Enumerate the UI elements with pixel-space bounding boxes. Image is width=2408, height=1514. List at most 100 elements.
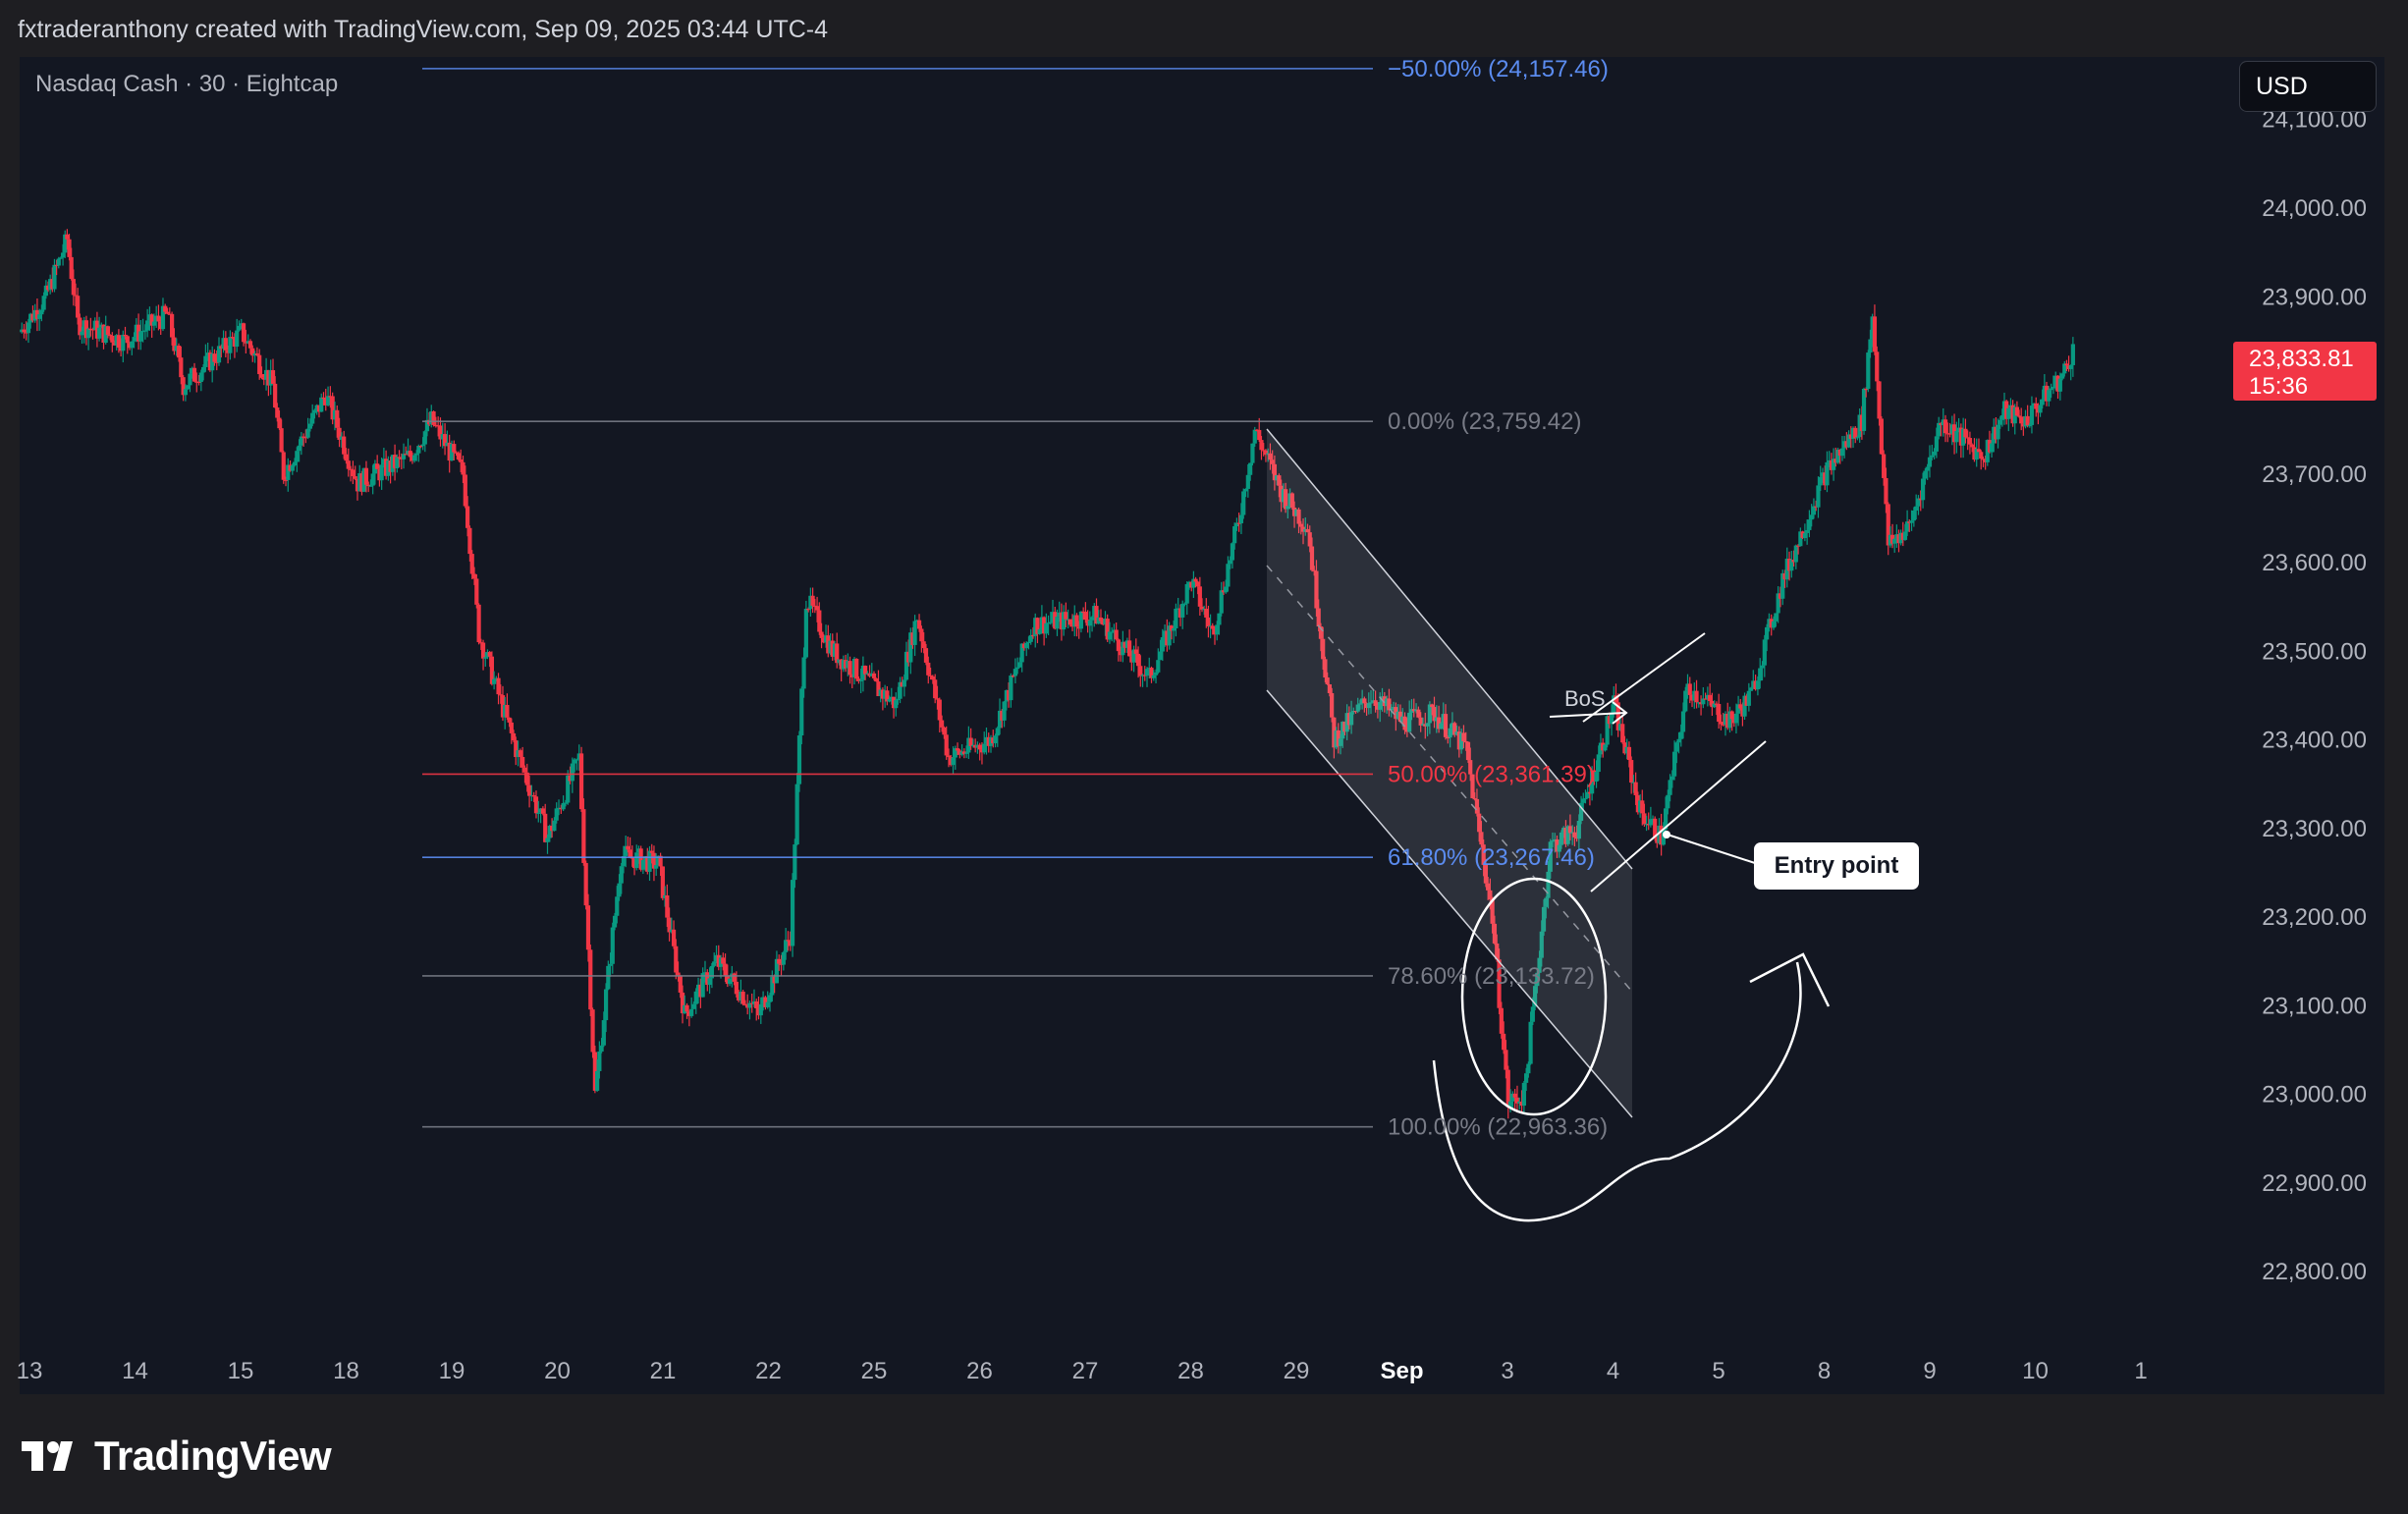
candle-body [368,485,373,487]
candle-body [2029,406,2035,425]
candle-body [590,1009,595,1053]
entry-point-callout[interactable]: Entry point [1754,842,1919,890]
candle-body [1943,419,1948,434]
candle-body [408,451,412,458]
candle-body [1226,564,1231,587]
candle-body [665,894,670,918]
candle-body [1219,590,1224,614]
candle-body [933,679,938,699]
candle-body [1998,419,2002,425]
candle-body [552,820,557,832]
candle-body [228,337,233,353]
candle-body [1083,612,1088,621]
candle-body [353,476,357,479]
candle-body [39,309,44,315]
candle-body [518,750,522,757]
candle-body [1620,724,1625,743]
candle-body [671,929,677,946]
candle-body [1107,631,1113,640]
candle-body [796,735,802,784]
candle-body [520,756,525,768]
candle-body [916,620,922,629]
candle-body [617,883,622,897]
candle-body [375,463,380,469]
candle-body [912,621,917,645]
price-tick-label: 23,100.00 [2262,993,2367,1019]
fib-level-label: 50.00% (23,361.39) [1388,761,1595,787]
candle-body [1932,451,1937,456]
candle-body [2070,344,2075,365]
candle-body [1746,690,1751,706]
candle-body [1526,1063,1531,1074]
candle-body [237,325,242,331]
candle-body [411,455,417,461]
candle-body [1967,438,1973,445]
candle-body [283,479,289,481]
candle-body [754,1000,759,1008]
currency-button[interactable]: USD [2239,61,2377,112]
candle-body [926,662,931,676]
time-axis: 13 14 15 18 19 20 21 22 25 26 27 28 29 Sep 3 4 5 8 9 10 1 [17,1358,2148,1384]
candle-body [921,641,926,649]
candle-body [1528,1021,1533,1064]
candle-body [1064,612,1068,620]
candle-body [110,335,115,343]
candle-body [156,315,161,322]
candle-body [492,678,497,684]
price-chart[interactable]: BoS −50.00% (24,157.46) 0.00% (23,759.42)… [0,0,2408,1514]
candle-body [712,961,717,966]
candle-body [270,370,276,384]
candle-body [581,809,586,863]
candle-body [526,784,532,796]
candle-body [1126,640,1132,657]
candle-body [452,444,457,453]
candle-body [935,698,940,700]
candle-body [854,658,859,679]
candle-body [1719,722,1724,725]
candle-body [431,411,436,425]
candle-body [1923,470,1928,479]
candle-body [732,973,737,982]
candle-body [721,957,726,964]
candle-body [1017,662,1022,668]
fib-level-label: 100.00% (22,963.36) [1388,1114,1608,1141]
fib-level-label: 0.00% (23,759.42) [1388,408,1581,435]
candle-body [22,329,27,333]
candle-body [902,679,906,687]
candle-body [192,367,197,382]
candle-body [1676,738,1681,743]
price-tick-label: 22,900.00 [2262,1170,2367,1197]
candle-body [2047,390,2052,402]
candle-body [116,335,122,349]
candle-body [734,981,739,995]
candle-body [235,330,240,348]
candle-body [1760,665,1765,669]
candle-body [170,313,175,338]
candle-body [186,385,191,390]
candle-body [767,995,773,1002]
candle-body [654,865,659,869]
candle-body [700,973,705,998]
candle-body [60,252,66,258]
candle-body [858,679,863,681]
price-tick-label: 22,800.00 [2262,1259,2367,1285]
candle-body [1678,731,1683,739]
candle-body [277,417,282,429]
tradingview-logo[interactable]: TradingView [22,1432,332,1481]
candle-body [1504,1050,1508,1070]
candle-body [533,796,539,814]
candle-body [794,784,799,845]
candle-body [1499,1007,1504,1034]
candle-body [1669,776,1674,781]
candle-body [871,673,877,678]
candle-body [1603,744,1608,751]
candle-body [1037,629,1042,634]
last-price-value: 23,833.81 [2249,346,2354,372]
symbol-label[interactable]: Nasdaq Cash · 30 · Eightcap [35,71,338,98]
candle-body [1524,1073,1529,1083]
candle-body [67,239,72,257]
candle-body [2051,386,2056,389]
candle-body [2057,378,2062,392]
candle-body [536,812,541,814]
candle-body [1879,418,1884,455]
